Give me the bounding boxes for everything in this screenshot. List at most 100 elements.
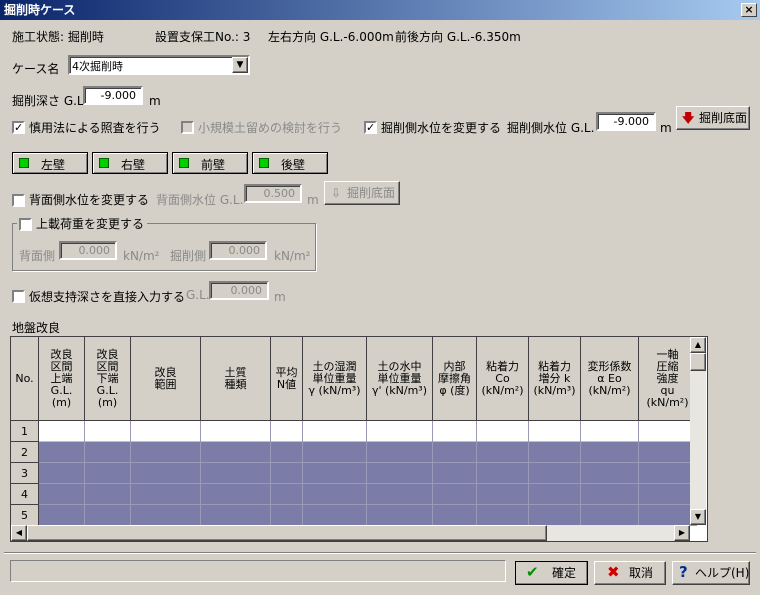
ground-improvement-label: 地盤改良 (12, 321, 61, 335)
excavation-bottom-label: 掘削底面 (699, 111, 748, 125)
virtual-depth-unit: m (274, 290, 286, 304)
table-row[interactable] (39, 442, 697, 463)
grid-line (270, 421, 271, 526)
check-icon: ✔ (526, 563, 539, 581)
table-row[interactable] (39, 484, 697, 505)
wall-right-button[interactable]: 右壁 (92, 152, 168, 174)
virtual-depth-label: 仮想支持深さを直接入力する (29, 290, 186, 304)
cancel-label: 取消 (629, 566, 654, 580)
load-ex-input[interactable]: 0.000 (209, 241, 267, 260)
water-change-checkbox[interactable]: ✓ (364, 121, 377, 134)
grid-line (528, 421, 529, 526)
support-no-text: 設置支保工No.: 3 (155, 30, 251, 44)
help-icon: ? (679, 563, 688, 581)
led-icon (259, 158, 269, 168)
back-bottom-button[interactable]: ⇩ 掘削底面 (324, 181, 400, 205)
ok-button[interactable]: ✔ 確定 (515, 561, 588, 585)
column-header: 粘着力 増分 k (kN/m³) (529, 337, 581, 421)
small-retaining-label: 小規模土留めの検討を行う (198, 121, 343, 135)
horizontal-scrollbar[interactable]: ◀ ▶ (11, 525, 690, 541)
virtual-depth-input[interactable]: 0.000 (209, 281, 269, 300)
close-button[interactable]: × (741, 3, 757, 17)
status-panel (10, 560, 506, 582)
scroll-thumb[interactable] (690, 353, 706, 371)
prudent-label: 慎用法による照査を行う (29, 121, 161, 135)
prudent-checkbox[interactable]: ✓ (12, 121, 25, 134)
table-row[interactable] (39, 421, 697, 442)
grid-line (84, 421, 85, 526)
scroll-right-arrow[interactable]: ▶ (674, 525, 690, 541)
cancel-button[interactable]: ✖ 取消 (594, 561, 666, 585)
column-header: 内部 摩擦角 φ (度) (433, 337, 477, 421)
scroll-up-arrow[interactable]: ▲ (690, 337, 706, 353)
load-back-unit: kN/m² (123, 249, 160, 263)
wall-left-label: 左壁 (41, 158, 66, 172)
back-water-level-input[interactable]: 0.500 (244, 184, 302, 203)
row-number: 2 (11, 442, 39, 463)
small-retaining-checkbox[interactable] (181, 121, 194, 134)
column-header: 土の湿潤 単位重量 γ (kN/m³) (303, 337, 367, 421)
table-row[interactable] (39, 505, 697, 526)
vertical-scrollbar[interactable]: ▲ ▼ (690, 337, 706, 525)
ground-improvement-grid[interactable]: No. 改良 区間 上端 G.L. (m) 改良 区間 下端 G.L. (m) 改良 … (10, 336, 708, 542)
table-row[interactable] (39, 463, 697, 484)
wall-front-button[interactable]: 前壁 (172, 152, 248, 174)
led-icon (19, 158, 29, 168)
column-header: 改良 区間 下端 G.L. (m) (85, 337, 131, 421)
back-water-level-unit: m (307, 193, 319, 207)
h-scroll-thumb[interactable] (27, 525, 547, 541)
back-water-checkbox[interactable] (12, 194, 25, 207)
arrow-down-icon: ⇩ (331, 186, 342, 200)
column-header: 土の水中 単位重量 γ' (kN/m³) (367, 337, 433, 421)
fb-direction-text: 前後方向 G.L.-6.350m (395, 30, 521, 44)
window-title: 掘削時ケース (4, 3, 76, 17)
grid-line (638, 421, 639, 526)
column-header: 改良 区間 上端 G.L. (m) (39, 337, 85, 421)
help-label: ヘルプ(H) (695, 566, 750, 580)
scroll-left-arrow[interactable]: ◀ (11, 525, 27, 541)
excavation-bottom-button[interactable]: 🡇 掘削底面 (676, 106, 750, 130)
load-change-checkbox[interactable] (19, 218, 32, 231)
wall-left-button[interactable]: 左壁 (12, 152, 88, 174)
load-ex-label: 掘削側 (170, 249, 207, 263)
help-button[interactable]: ? ヘルプ(H) (672, 561, 750, 585)
footer-separator (4, 552, 756, 554)
grid-line (302, 421, 303, 526)
water-change-label: 掘削側水位を変更する (381, 121, 502, 135)
load-back-input[interactable]: 0.000 (59, 241, 117, 260)
cross-icon: ✖ (607, 563, 620, 581)
load-back-label: 背面側 (19, 249, 56, 263)
led-icon (179, 158, 189, 168)
wall-right-label: 右壁 (121, 158, 146, 172)
grid-line (432, 421, 433, 526)
virtual-depth-gl: G.L. (186, 288, 210, 302)
back-bottom-label: 掘削底面 (347, 186, 396, 200)
water-level-input[interactable]: -9.000 (596, 112, 656, 131)
column-header: No. (11, 337, 39, 421)
chevron-down-icon[interactable]: ▼ (232, 57, 248, 73)
grid-line (130, 421, 131, 526)
water-level-unit: m (660, 121, 672, 135)
back-water-level-label: 背面側水位 G.L. (156, 193, 244, 207)
row-number: 5 (11, 505, 39, 526)
load-change-label: 上載荷重を変更する (36, 217, 145, 231)
scroll-down-arrow[interactable]: ▼ (690, 509, 706, 525)
load-ex-unit: kN/m² (274, 249, 311, 263)
grid-line (200, 421, 201, 526)
case-name-select[interactable]: 4次掘削時 ▼ (68, 55, 250, 75)
ok-label: 確定 (552, 566, 577, 580)
water-level-label: 掘削側水位 G.L. (507, 121, 595, 135)
grid-line (580, 421, 581, 526)
wall-back-button[interactable]: 後壁 (252, 152, 328, 174)
virtual-depth-checkbox[interactable] (12, 290, 25, 303)
column-header: 改良 範囲 (131, 337, 201, 421)
depth-input[interactable]: -9.000 (83, 86, 143, 105)
column-header: 変形係数 α Eo (kN/m²) (581, 337, 639, 421)
back-water-label: 背面側水位を変更する (29, 193, 150, 207)
column-header: 平均 N値 (271, 337, 303, 421)
arrow-down-icon: 🡇 (682, 111, 695, 125)
case-name-value: 4次掘削時 (72, 60, 123, 73)
case-name-label: ケース名 (12, 62, 60, 76)
wall-front-label: 前壁 (201, 158, 226, 172)
window-title-bar: 掘削時ケース (0, 0, 760, 20)
